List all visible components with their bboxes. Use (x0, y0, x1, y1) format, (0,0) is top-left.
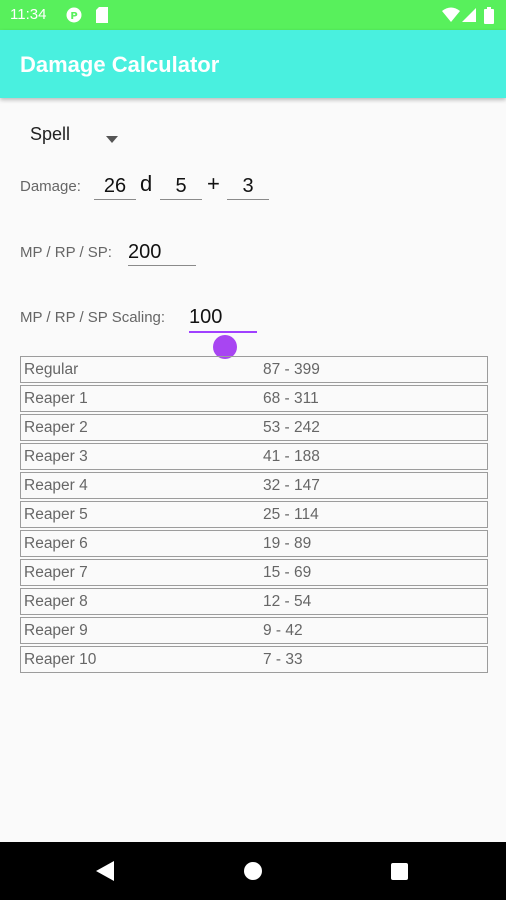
battery-icon (484, 7, 494, 29)
type-spinner[interactable]: Spell (30, 124, 70, 145)
result-row: Regular 87 - 399 (20, 356, 488, 383)
scaling-label: MP / RP / SP Scaling: (20, 309, 166, 326)
result-row: Reaper 8 12 - 54 (20, 588, 488, 615)
result-row-range: 12 - 54 (260, 588, 488, 615)
result-row-label: Regular (20, 356, 260, 383)
status-time: 11:34 (10, 6, 47, 23)
results-table: Regular 87 - 399 Reaper 1 68 - 311 Reaper 25… (20, 354, 488, 675)
mp-label: MP / RP / SP: (20, 244, 112, 261)
sd-card-icon (95, 7, 109, 28)
home-icon[interactable] (244, 862, 262, 885)
result-row: Reaper 99 - 42 (20, 617, 488, 644)
result-row-range: 41 - 188 (260, 443, 488, 470)
result-row-range: 7 - 33 (260, 646, 488, 673)
wifi-icon (442, 7, 460, 28)
result-row-range: 9 - 42 (260, 617, 488, 644)
result-row: Reaper 5 25 - 114 (20, 501, 488, 528)
app-bar: Damage Calculator (0, 30, 506, 98)
plus-label: + (207, 171, 220, 196)
result-row-range: 15 - 69 (260, 559, 488, 586)
result-row: Reaper 3 41 - 188 (20, 443, 488, 470)
result-row-label: Reaper 1 (20, 385, 260, 412)
result-row: Reaper 10 7 - 33 (20, 646, 488, 673)
dropdown-arrow-icon[interactable] (106, 130, 118, 148)
result-row-range: 53 - 242 (260, 414, 488, 441)
result-row-label: Reaper 7 (20, 559, 260, 586)
dice-sides-input[interactable]: 5 (160, 173, 202, 200)
scaling-input-underline (189, 331, 257, 333)
recents-icon[interactable] (391, 863, 408, 885)
back-icon[interactable] (96, 861, 114, 886)
result-row-label: Reaper 10 (20, 646, 260, 673)
navigation-bar (0, 842, 506, 900)
result-row-label: Reaper 5 (20, 501, 260, 528)
result-row: Reaper 2 53 - 242 (20, 414, 488, 441)
result-row-label: Reaper 8 (20, 588, 260, 615)
result-row: Reaper 4 32 - 147 (20, 472, 488, 499)
scaling-input[interactable]: 100 (189, 304, 257, 330)
signal-icon (462, 7, 476, 28)
app-notification-icon: P (66, 7, 82, 28)
result-row: Reaper 7 15 - 69 (20, 559, 488, 586)
result-row-label: Reaper 3 (20, 443, 260, 470)
result-row: Reaper 1 68 - 311 (20, 385, 488, 412)
svg-text:P: P (70, 11, 77, 22)
result-row-label: Reaper 9 (20, 617, 260, 644)
result-row-range: 68 - 311 (260, 385, 488, 412)
result-row-range: 87 - 399 (260, 356, 488, 383)
damage-label: Damage: (20, 178, 81, 195)
status-bar: 11:34 P (0, 0, 506, 30)
bonus-input[interactable]: 3 (227, 173, 269, 200)
result-row-range: 19 - 89 (260, 530, 488, 557)
dice-d-label: d (140, 171, 153, 196)
result-row-range: 32 - 147 (260, 472, 488, 499)
dice-count-input[interactable]: 26 (94, 173, 136, 200)
result-row-label: Reaper 4 (20, 472, 260, 499)
result-row-label: Reaper 6 (20, 530, 260, 557)
mp-input[interactable]: 200 (128, 239, 196, 266)
result-row-label: Reaper 2 (20, 414, 260, 441)
result-row: Reaper 6 19 - 89 (20, 530, 488, 557)
result-row-range: 25 - 114 (260, 501, 488, 528)
app-title: Damage Calculator (20, 52, 220, 77)
